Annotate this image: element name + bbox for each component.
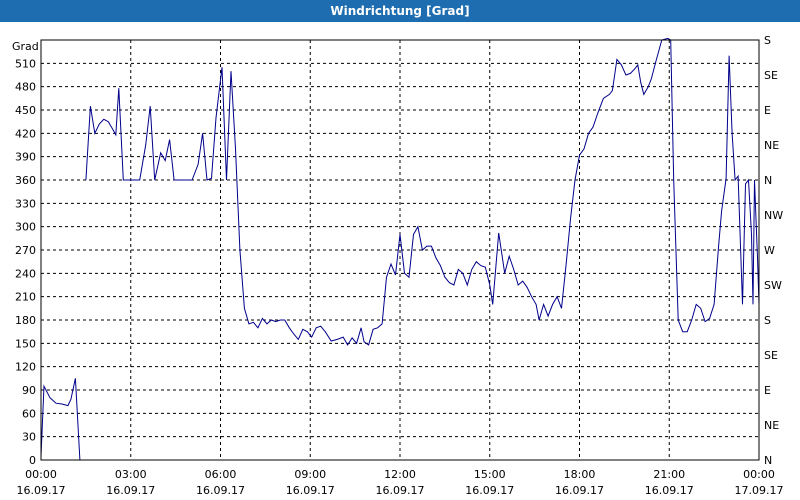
x-tick-time-label: 12:00 [384,468,416,481]
x-tick-date-label: 16.09.17 [196,484,245,497]
y-tick-label: 240 [15,267,36,280]
x-tick-date-label: 17.09.17 [735,484,784,497]
x-tick-date-label: 16.09.17 [645,484,694,497]
x-tick-time-label: 00:00 [743,468,775,481]
x-tick-time-label: 06:00 [205,468,237,481]
series-line [85,37,760,346]
y2-tick-label: N [764,174,772,187]
y-tick-label: 480 [15,81,36,94]
y2-tick-label: NE [764,419,779,432]
y-tick-label: 150 [15,337,36,350]
x-tick-date-label: 16.09.17 [106,484,155,497]
y-tick-label: 180 [15,314,36,327]
y-tick-label: 450 [15,104,36,117]
x-tick-date-label: 16.09.17 [465,484,514,497]
y-tick-label: 120 [15,361,36,374]
y-tick-label: 60 [22,407,36,420]
y-tick-label: 510 [15,57,36,70]
x-tick-time-label: 15:00 [474,468,506,481]
wind-direction-chart: Grad 0 30 60 90 120 150 180 210 240 270 300 330 360 3… [12,34,784,497]
y2-tick-label: S [764,34,771,47]
y2-tick-label: E [764,384,771,397]
y2-tick-label: N [764,454,772,467]
y-axis-tick-labels: 0 30 60 90 120 150 180 210 240 270 300 330 360 390 420… [15,57,36,467]
y2-tick-label: SW [764,279,782,292]
y2-tick-label: SE [764,69,778,82]
y-tick-label: 330 [15,197,36,210]
x-tick-date-label: 16.09.17 [286,484,335,497]
x-tick-time-label: 03:00 [115,468,147,481]
y-tick-label: 30 [22,431,36,444]
x-tick-time-label: 18:00 [564,468,596,481]
y2-tick-label: SE [764,349,778,362]
y2-tick-label: NW [764,209,783,222]
grid-lines [41,40,759,460]
x-tick-time-label: 00:00 [25,468,57,481]
x-tick-date-label: 16.09.17 [376,484,425,497]
x-tick-time-label: 09:00 [294,468,326,481]
y2-tick-label: W [764,244,775,257]
y-tick-label: 270 [15,244,36,257]
y2-tick-label: S [764,314,771,327]
x-tick-date-label: 16.09.17 [555,484,604,497]
y-tick-label: 210 [15,291,36,304]
y-tick-label: 390 [15,151,36,164]
x-axis-tick-labels: 00:00 16.09.17 03:00 16.09.17 06:00 16.09.17 0… [17,468,784,497]
y-axis-label: Grad [12,40,39,53]
y-tick-label: 90 [22,384,36,397]
y-tick-label: 360 [15,174,36,187]
y-tick-label: 300 [15,221,36,234]
chart-window-title: Windrichtung [Grad] [0,0,800,22]
y2-tick-label: NE [764,139,779,152]
series-line [40,378,81,461]
x-tick-time-label: 21:00 [653,468,685,481]
y-tick-label: 420 [15,127,36,140]
y2-axis-tick-labels: N NE E SE S SW W NW N NE E SE S [764,34,783,467]
x-tick-date-label: 16.09.17 [17,484,66,497]
y2-tick-label: E [764,104,771,117]
y-tick-label: 0 [29,454,36,467]
